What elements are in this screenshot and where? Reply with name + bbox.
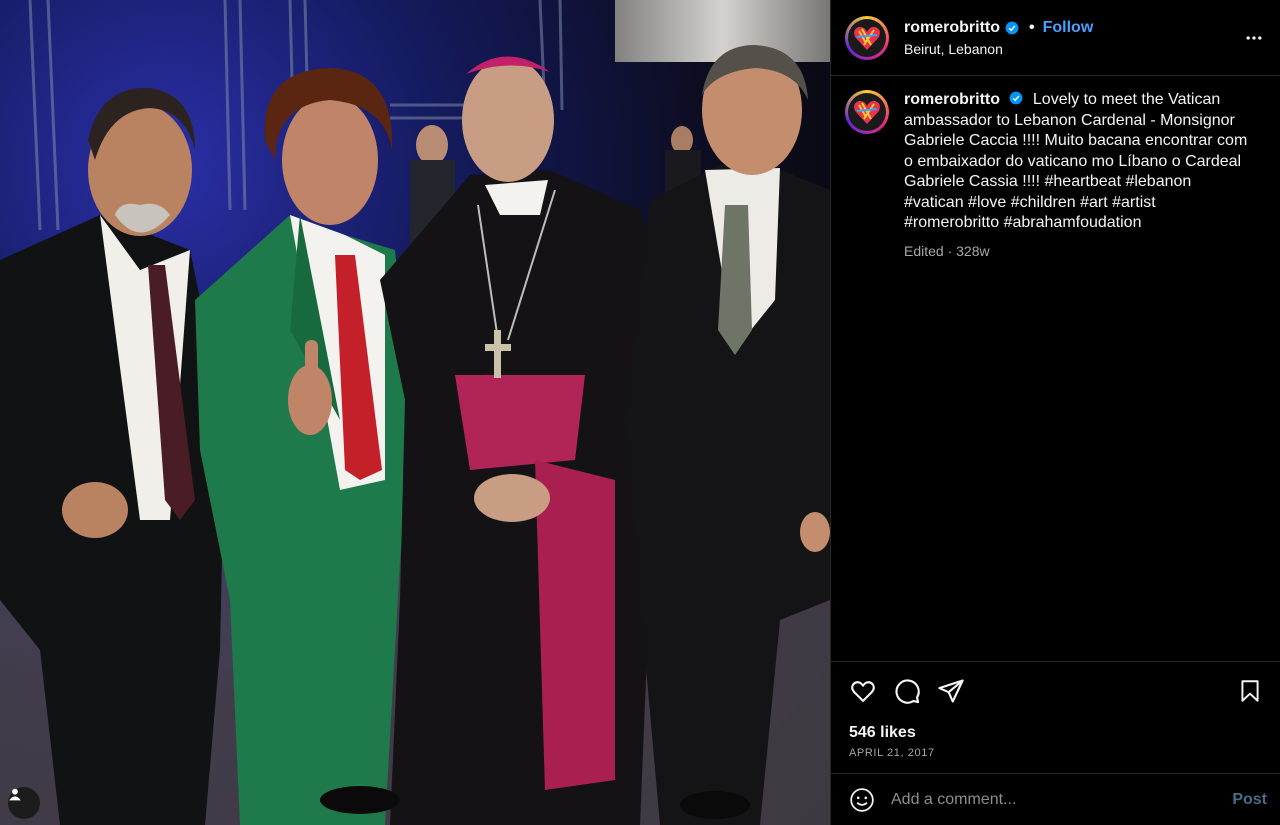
caption-body: romerobritto Lovely to meet the Vatican …: [904, 90, 1249, 660]
location-link[interactable]: Beirut, Lebanon: [904, 41, 1093, 57]
emoji-icon: [850, 787, 874, 812]
heart-icon: [851, 681, 875, 702]
like-button[interactable]: [849, 677, 877, 705]
comment-input[interactable]: [891, 790, 1233, 809]
caption-text-block: romerobritto Lovely to meet the Vatican …: [904, 90, 1249, 234]
paper-plane-icon: [938, 679, 964, 703]
verified-badge-icon: [1005, 21, 1019, 34]
comment-button[interactable]: [893, 677, 921, 705]
caption-meta: Edited · 328w: [904, 242, 990, 259]
post-sidebar: romerobritto • Follow Beirut, Lebanon ro…: [830, 0, 1280, 825]
save-button[interactable]: [1237, 678, 1263, 704]
post-header: romerobritto • Follow Beirut, Lebanon: [831, 0, 1280, 76]
tagged-users-button[interactable]: [8, 787, 40, 819]
post-comment-button[interactable]: Post: [1232, 791, 1267, 809]
header-text: romerobritto • Follow Beirut, Lebanon: [904, 19, 1093, 57]
more-dots-icon: [1246, 36, 1262, 40]
user-tag-icon: [9, 788, 21, 801]
action-icons-row: [849, 676, 1263, 706]
post-date: APRIL 21, 2017: [849, 747, 935, 759]
verified-badge-icon: [1010, 91, 1023, 105]
header-separator: •: [1029, 18, 1035, 36]
photo-scene: [0, 0, 830, 825]
more-options-button[interactable]: [1244, 28, 1264, 53]
likes-count[interactable]: 546 likes: [849, 724, 1263, 742]
header-username[interactable]: romerobritto: [904, 19, 1000, 37]
caption-username[interactable]: romerobritto: [904, 91, 1000, 108]
heart-art-icon: [854, 100, 880, 124]
share-button[interactable]: [937, 677, 965, 705]
caption-section: romerobritto Lovely to meet the Vatican …: [831, 76, 1280, 660]
emoji-button[interactable]: [849, 787, 875, 813]
bookmark-icon: [1241, 680, 1259, 702]
follow-button[interactable]: Follow: [1043, 19, 1094, 37]
heart-art-icon: [854, 26, 880, 50]
avatar[interactable]: [845, 15, 889, 60]
caption-text: Lovely to meet the Vatican ambassador to…: [904, 91, 1248, 231]
post-photo[interactable]: [0, 0, 830, 825]
comment-box: Post: [831, 773, 1280, 825]
actions-section: 546 likes APRIL 21, 2017: [831, 661, 1280, 759]
caption-avatar[interactable]: [845, 90, 889, 134]
comment-bubble-icon: [895, 679, 920, 704]
